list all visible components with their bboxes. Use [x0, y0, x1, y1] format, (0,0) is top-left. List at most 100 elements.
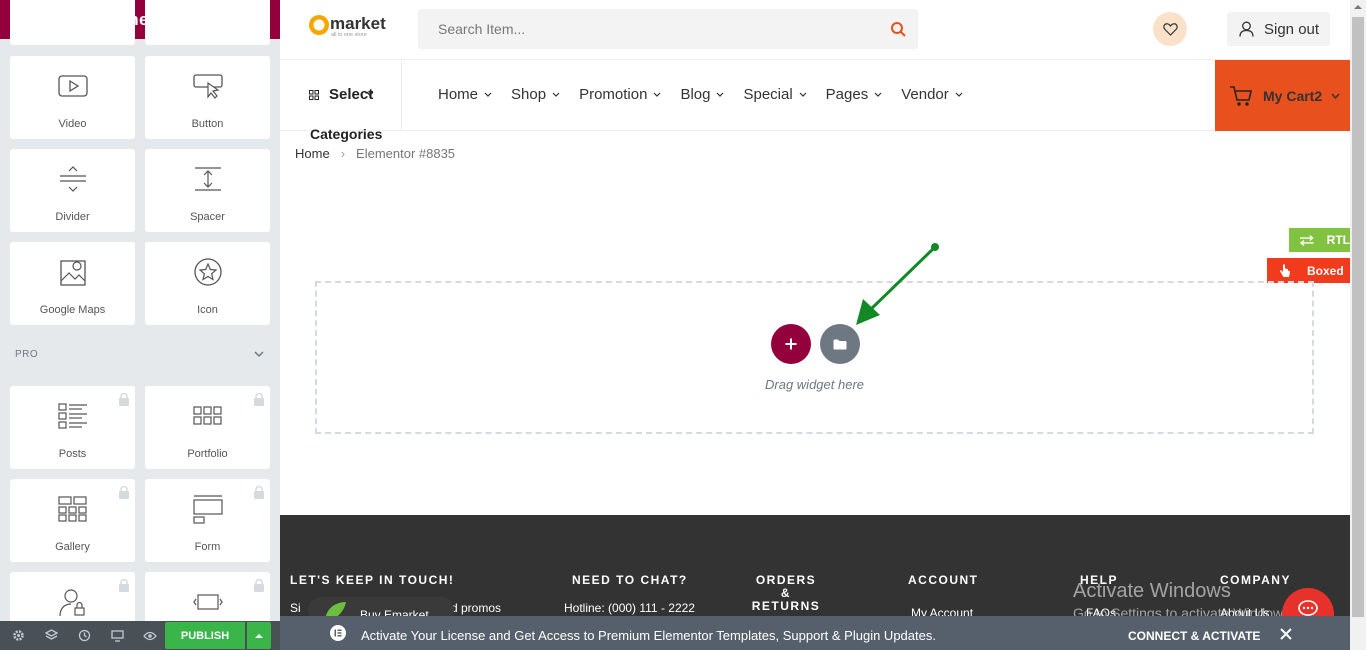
settings-icon[interactable]	[8, 626, 28, 646]
video-icon	[10, 70, 135, 102]
widget-label: Form	[194, 541, 221, 553]
widget-posts[interactable]: Posts	[10, 386, 135, 469]
chevron-down-icon	[799, 92, 807, 97]
menu-item-label: Special	[743, 86, 793, 103]
caret-up-icon	[255, 633, 263, 638]
widget-google-maps[interactable]: Google Maps	[10, 242, 135, 325]
hand-pointer-icon	[1280, 263, 1290, 277]
windows-activation-watermark: Activate Windows Go to Settings to activ…	[1073, 580, 1294, 621]
select-categories-button[interactable]: Select Categories	[280, 60, 402, 142]
chevron-down-icon	[552, 92, 560, 97]
portfolio-icon	[145, 400, 270, 432]
posts-icon	[10, 400, 135, 432]
responsive-mode-icon[interactable]	[107, 626, 127, 646]
publish-button[interactable]: PUBLISH	[165, 622, 245, 649]
close-icon[interactable]	[1280, 628, 1292, 640]
chevron-down-icon	[717, 92, 724, 97]
widget-video[interactable]: Video	[10, 56, 135, 139]
main-navbar: Select Categories Home Shop Promotion Blog S…	[280, 59, 1350, 142]
elementor-panel: elementor Video Button Divider Spacer Go…	[0, 0, 280, 650]
menu-item-vendor[interactable]: Vendor	[901, 86, 963, 103]
swap-arrows-icon	[1299, 234, 1314, 246]
search-box[interactable]: Search Item...	[418, 9, 918, 49]
chevron-down-icon[interactable]	[254, 350, 264, 358]
sign-out-label: Sign out	[1264, 20, 1320, 38]
footer-hotline: Hotline: (000) 111 - 2222	[564, 601, 695, 615]
search-icon[interactable]	[890, 21, 906, 37]
footer-text: Si	[290, 601, 301, 615]
footer-heading-account: ACCOUNT	[908, 573, 979, 587]
drag-widget-text: Drag widget here	[765, 377, 864, 392]
footer-heading-orders: ORDERS & RETURNS	[750, 574, 822, 613]
menu-item-shop[interactable]: Shop	[511, 86, 560, 103]
menu-item-special[interactable]: Special	[743, 86, 807, 103]
annotation-arrow	[856, 243, 939, 325]
widget-icon[interactable]: Icon	[145, 242, 270, 325]
footer-heading-touch: LET'S KEEP IN TOUCH!	[290, 573, 455, 587]
preview-eye-icon[interactable]	[140, 626, 160, 646]
widget-label: Video	[58, 118, 87, 130]
breadcrumb-home[interactable]: Home	[295, 146, 330, 161]
elementor-e-icon	[330, 625, 346, 641]
menu-item-pages[interactable]: Pages	[826, 86, 883, 103]
add-section-button[interactable]	[771, 324, 811, 364]
menu-item-label: Vendor	[901, 86, 949, 103]
menu-item-label: Home	[438, 86, 479, 103]
widget-form[interactable]: Form	[145, 479, 270, 562]
widget-portfolio[interactable]: Portfolio	[145, 386, 270, 469]
slides-icon	[145, 586, 270, 618]
plus-icon	[785, 338, 797, 350]
chevron-down-icon	[955, 92, 963, 97]
rtl-label: RTL	[1326, 233, 1350, 247]
widget-spacer[interactable]: Spacer	[145, 149, 270, 232]
widget-label: Button	[191, 118, 224, 130]
wishlist-button[interactable]	[1153, 12, 1187, 46]
widget-gallery[interactable]: Gallery	[10, 479, 135, 562]
heart-icon	[1162, 22, 1178, 36]
scroll-up-arrow-icon[interactable]	[1354, 4, 1362, 10]
license-notice-message: Activate Your License and Get Access to …	[361, 628, 936, 643]
main-menu: Home Shop Promotion Blog Special Pages Vendor	[438, 86, 982, 103]
pro-section-title[interactable]: PRO	[15, 349, 38, 360]
chevron-down-icon	[654, 92, 661, 97]
navigator-icon[interactable]	[41, 626, 61, 646]
watermark-line-1: Activate Windows	[1073, 580, 1231, 602]
widget-tile-partial[interactable]	[145, 0, 270, 45]
google-maps-icon	[10, 256, 135, 288]
spacer-icon	[145, 163, 270, 195]
breadcrumb-separator: ›	[340, 146, 346, 161]
form-icon	[145, 493, 270, 525]
menu-item-home[interactable]: Home	[438, 86, 492, 103]
publish-options-button[interactable]	[247, 622, 271, 649]
empty-section-dropzone[interactable]: Drag widget here	[315, 281, 1314, 434]
search-input[interactable]: Search Item...	[438, 21, 525, 37]
widget-tile-partial[interactable]	[10, 0, 135, 45]
site-preview: market all in one store Search Item... S…	[280, 0, 1350, 650]
widget-label: Portfolio	[187, 448, 228, 460]
categories-grid-icon	[309, 90, 319, 100]
vertical-scrollbar[interactable]	[1350, 0, 1366, 650]
widget-label: Icon	[197, 304, 218, 316]
logo-text: market	[330, 14, 386, 33]
chevron-down-icon	[484, 92, 492, 97]
menu-item-label: Blog	[680, 86, 711, 103]
connect-activate-link[interactable]: CONNECT & ACTIVATE	[1128, 629, 1260, 643]
menu-item-promotion[interactable]: Promotion	[579, 86, 661, 103]
cart-label: My Cart2	[1263, 87, 1323, 104]
rtl-toggle-button[interactable]: RTL	[1289, 228, 1350, 252]
emarket-logo[interactable]: market all in one store	[308, 12, 392, 43]
chevron-down-icon	[366, 91, 374, 97]
widget-label: Google Maps	[39, 304, 106, 316]
my-cart-button[interactable]: My Cart2	[1215, 60, 1350, 131]
chevron-down-icon	[1331, 93, 1340, 99]
boxed-label: Boxed	[1307, 263, 1344, 278]
widget-divider[interactable]: Divider	[10, 149, 135, 232]
boxed-toggle-button[interactable]: Boxed	[1267, 258, 1350, 283]
menu-item-blog[interactable]: Blog	[680, 86, 724, 103]
star-icon	[145, 256, 270, 288]
sign-out-button[interactable]: Sign out	[1227, 12, 1330, 46]
widget-button[interactable]: Button	[145, 56, 270, 139]
scrollbar-thumb[interactable]	[1352, 17, 1364, 617]
breadcrumb-current: Elementor #8835	[356, 146, 456, 161]
history-icon[interactable]	[74, 626, 94, 646]
